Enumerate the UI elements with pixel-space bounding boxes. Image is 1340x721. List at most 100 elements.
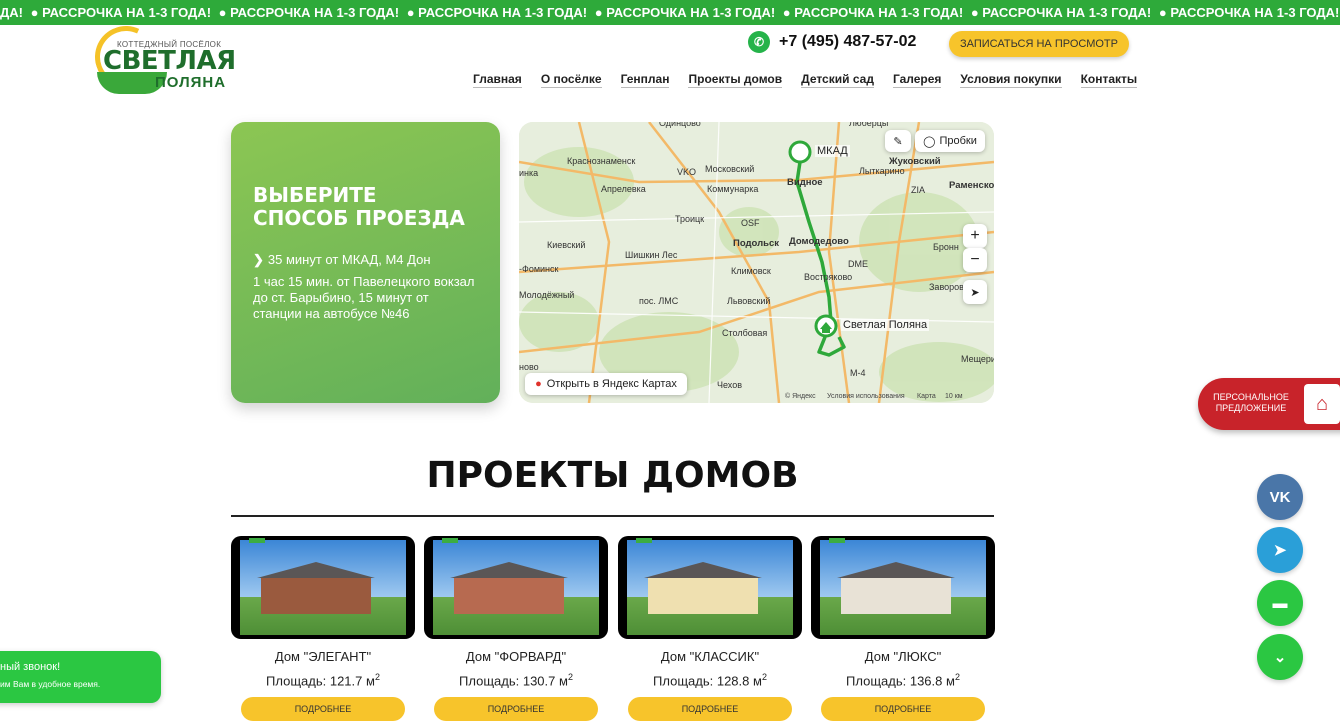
ticker-item: ● РАССРОЧКА НА 1-3 ГОДА! — [970, 5, 1152, 20]
map-terms-link[interactable]: Условия использования — [827, 393, 905, 400]
personal-offer-label: ПЕРСОНАЛЬНОЕ ПРЕДЛОЖЕНИЕ — [1213, 392, 1289, 413]
house-roof — [644, 562, 762, 578]
callback-widget[interactable]: ный звонок! им Вам в удобное время. — [0, 651, 161, 703]
project-area: Площадь: 130.7 м2 — [424, 672, 608, 688]
area-unit-power: 2 — [954, 672, 960, 682]
route-car-text: 35 минут от МКАД, М4 Дон — [267, 252, 431, 267]
project-card[interactable]: Дом "КЛАССИК" Площадь: 128.8 м2 ПОДРОБНЕ… — [618, 536, 802, 721]
open-in-yandex-button[interactable]: ● Открыть в Яндекс Картах — [525, 373, 687, 395]
nav-item-3[interactable]: Проекты домов — [688, 72, 783, 88]
house-illustration — [837, 562, 955, 616]
route-train-info: 1 час 15 мин. от Павелецкого вокзал до с… — [253, 274, 475, 321]
project-name: Дом "ЭЛЕГАНТ" — [274, 649, 372, 664]
logo-title-bottom: ПОЛЯНА — [155, 74, 227, 91]
house-photo[interactable] — [424, 536, 608, 639]
house-roof — [450, 562, 568, 578]
map-place-label: М-4 — [850, 368, 866, 378]
project-card[interactable]: Дом "ФОРВАРД" Площадь: 130.7 м2 ПОДРОБНЕ… — [424, 536, 608, 721]
expand-button[interactable]: ⌄ — [1257, 634, 1303, 680]
house-photo[interactable] — [811, 536, 995, 639]
ticker-item: ● РАССРОЧКА НА 1-3 ГОДА! — [1158, 5, 1340, 20]
map-place-label: -Фоминск — [519, 264, 559, 274]
site-logo[interactable]: КОТТЕДЖНЫЙ ПОСЁЛОК СВЕТЛАЯ ПОЛЯНА — [86, 17, 236, 97]
route-card: ВЫБЕРИТЕ СПОСОБ ПРОЕЗДА ❯ 35 минут от МКА… — [231, 122, 500, 403]
map-place-label: Видное — [787, 177, 823, 188]
map-place-label: Жуковский — [889, 156, 941, 167]
house-illustration — [450, 562, 568, 616]
traffic-button[interactable]: ◯ Пробки — [915, 130, 985, 152]
project-more-button[interactable]: ПОДРОБНЕЕ — [434, 697, 598, 721]
house-photo[interactable] — [618, 536, 802, 639]
chevron-right-icon: ❯ — [253, 252, 264, 267]
traffic-label: Пробки — [939, 135, 977, 147]
area-unit: м — [946, 673, 955, 689]
house-wall — [841, 578, 951, 614]
project-more-button[interactable]: ПОДРОБНЕЕ — [821, 697, 985, 721]
route-car-info: ❯ 35 минут от МКАД, М4 Дон — [253, 252, 478, 268]
map-place-label: Апрелевка — [601, 184, 646, 194]
project-card[interactable]: Дом "ЭЛЕГАНТ" Площадь: 121.7 м2 ПОДРОБНЕ… — [231, 536, 415, 721]
map-place-label: Молодёжный — [519, 290, 575, 300]
telegram-icon: ➤ — [1273, 542, 1287, 559]
nav-item-7[interactable]: Контакты — [1080, 72, 1138, 88]
nav-item-2[interactable]: Генплан — [620, 72, 670, 88]
nav-item-4[interactable]: Детский сад — [801, 72, 874, 88]
nav-item-0[interactable]: Главная — [473, 72, 522, 88]
whatsapp-icon[interactable]: ✆ — [748, 31, 770, 53]
map-place-label: Климовск — [731, 266, 771, 276]
map-place-label: Шишкин Лес — [625, 250, 678, 260]
map-place-label: Краснознаменск — [567, 156, 636, 166]
phone-number[interactable]: +7 (495) 487-57-02 — [779, 33, 916, 51]
section-divider — [231, 515, 994, 517]
area-tag — [249, 538, 265, 543]
area-tag — [829, 538, 845, 543]
zoom-out-button[interactable]: − — [963, 248, 987, 272]
house-wall — [648, 578, 758, 614]
map-place-label: Бронн — [933, 242, 959, 252]
nav-item-6[interactable]: Условия покупки — [960, 72, 1062, 88]
logo-title: СВЕТЛАЯ — [103, 46, 236, 76]
house-photo[interactable] — [231, 536, 415, 639]
ruler-icon: ✎ — [893, 135, 903, 148]
project-name: Дом "ФОРВАРД" — [465, 649, 567, 664]
house-wall — [454, 578, 564, 614]
map-scale: 10 км — [945, 393, 963, 400]
map-pin-icon: ● — [535, 378, 542, 390]
map-place-label: Люберцы — [849, 122, 889, 128]
project-area: Площадь: 128.8 м2 — [618, 672, 802, 688]
project-area: Площадь: 121.7 м2 — [231, 672, 415, 688]
map-place-label: ново — [519, 362, 539, 372]
personal-offer-button[interactable]: ПЕРСОНАЛЬНОЕ ПРЕДЛОЖЕНИЕ ⌂ — [1198, 378, 1340, 430]
project-more-button[interactable]: ПОДРОБНЕЕ — [628, 697, 792, 721]
location-arrow-icon: ➤ — [970, 286, 980, 299]
ruler-button[interactable]: ✎ — [885, 130, 911, 152]
project-more-button[interactable]: ПОДРОБНЕЕ — [241, 697, 405, 721]
map-place-label: Лыткарино — [859, 166, 905, 176]
area-unit-power: 2 — [567, 672, 573, 682]
area-unit: м — [366, 673, 375, 689]
book-viewing-button[interactable]: ЗАПИСАТЬСЯ НА ПРОСМОТР — [949, 31, 1129, 57]
geolocation-button[interactable]: ➤ — [963, 280, 987, 304]
yandex-map[interactable]: Одинцово Люберцы Краснознаменск Московский В… — [519, 122, 994, 403]
house-illustration — [257, 562, 375, 616]
chat-button[interactable]: ▬ — [1257, 580, 1303, 626]
ticker-item: ● РАССРОЧКА НА 1-3 ГОДА! — [30, 5, 212, 20]
map-place-label: Востряково — [804, 272, 853, 282]
nav-item-1[interactable]: О посёлке — [540, 72, 602, 88]
area-unit: м — [559, 673, 568, 689]
callback-title: ный звонок! — [0, 661, 61, 673]
expand-icon: ⌄ — [1273, 649, 1287, 666]
chat-icon: ▬ — [1272, 594, 1288, 612]
route-title: ВЫБЕРИТЕ СПОСОБ ПРОЕЗДА — [253, 183, 465, 230]
destination-label: Светлая Поляна — [841, 319, 930, 331]
vk-button[interactable]: VK — [1257, 474, 1303, 520]
house-roof — [257, 562, 375, 578]
house-illustration — [644, 562, 762, 616]
nav-item-5[interactable]: Галерея — [892, 72, 942, 88]
map-place-label: Домодедово — [789, 236, 849, 247]
zoom-in-button[interactable]: + — [963, 224, 987, 248]
project-card[interactable]: Дом "ЛЮКС" Площадь: 136.8 м2 ПОДРОБНЕЕ — [811, 536, 995, 721]
project-area: Площадь: 136.8 м2 — [811, 672, 995, 688]
telegram-button[interactable]: ➤ — [1257, 527, 1303, 573]
area-unit-power: 2 — [374, 672, 380, 682]
